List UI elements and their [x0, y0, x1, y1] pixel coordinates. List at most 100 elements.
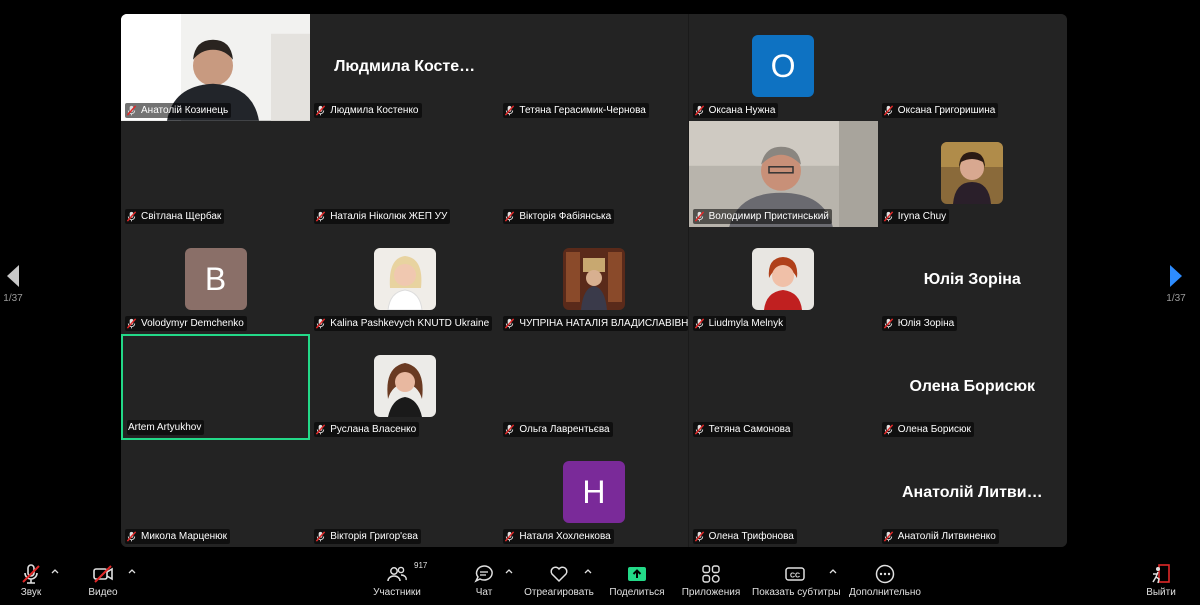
participant-name-label: Олена Борисюк — [881, 422, 974, 438]
audio-button[interactable]: Звук — [14, 563, 48, 598]
mic-muted-icon — [126, 105, 137, 116]
mic-muted-icon — [316, 531, 326, 542]
participant-tile[interactable]: Володимир Пристинський — [688, 120, 878, 228]
chat-options-caret-icon[interactable] — [504, 567, 514, 577]
participant-name: Ольга Лаврентьєва — [519, 424, 610, 436]
participant-tile[interactable]: Микола Марценюк — [121, 440, 310, 547]
participant-tile[interactable]: Оксана Григоришина — [877, 14, 1067, 121]
heart-icon — [550, 566, 568, 583]
mic-muted-icon — [505, 105, 515, 116]
mic-muted-icon — [883, 318, 893, 329]
participant-photo — [562, 248, 625, 311]
chevron-left-icon[interactable] — [7, 265, 19, 287]
next-page-nav[interactable]: 1/37 — [1155, 255, 1197, 304]
share-screen-button[interactable]: Поделиться — [609, 563, 665, 598]
share-label: Поделиться — [609, 587, 665, 598]
participant-name-label: Наталя Хохленкова — [503, 528, 614, 544]
participant-tile[interactable]: H Наталя Хохленкова — [499, 440, 689, 547]
participant-tile[interactable]: Вікторія Григор'єва — [310, 440, 500, 547]
participant-name-label: ЧУПРІНА НАТАЛІЯ ВЛАДИСЛАВІВНА — [503, 315, 689, 331]
video-label: Видео — [88, 587, 118, 598]
participant-name: Вікторія Григор'єва — [330, 530, 418, 542]
participants-count: 917 — [414, 561, 428, 570]
participant-avatar: H — [562, 461, 625, 524]
participant-tile[interactable]: Руслана Власенко — [310, 333, 500, 441]
chevron-right-icon[interactable] — [1170, 265, 1182, 287]
captions-button[interactable]: CC Показать субтитры — [752, 563, 841, 598]
react-options-caret-icon[interactable] — [583, 567, 593, 577]
video-button[interactable]: Видео — [86, 563, 120, 598]
participant-tile[interactable]: ЧУПРІНА НАТАЛІЯ ВЛАДИСЛАВІВНА — [499, 227, 689, 334]
participant-name-label: Вікторія Григор'єва — [314, 528, 421, 544]
participant-name-label: Олена Трифонова — [692, 528, 797, 544]
page-indicator-left: 1/37 — [3, 293, 23, 304]
participant-name-label: Тетяна Герасимик-Чернова — [503, 102, 649, 118]
participant-avatar: B — [184, 248, 247, 311]
participant-tile[interactable]: Тетяна Самонова — [688, 333, 878, 441]
mic-muted-icon — [883, 531, 893, 542]
participant-name: Юлія Зоріна — [897, 317, 955, 329]
participant-name: Людмила Костенко — [330, 104, 419, 116]
more-button[interactable]: Дополнительно — [849, 563, 921, 598]
participant-name-label: Юлія Зоріна — [881, 315, 958, 331]
closed-captions-icon: CC — [785, 567, 805, 581]
mic-muted-icon — [505, 424, 515, 435]
participant-name: Тетяна Герасимик-Чернова — [519, 104, 646, 116]
participant-tile[interactable]: Ольга Лаврентьєва — [499, 333, 689, 441]
participant-name-label: Людмила Костенко — [314, 102, 422, 118]
mic-muted-icon — [126, 531, 137, 542]
mic-muted-icon — [316, 318, 326, 329]
participant-tile[interactable]: Анатолій Литви… Анатолій Литвиненко — [877, 440, 1067, 547]
captions-options-caret-icon[interactable] — [828, 567, 838, 577]
participant-name-label: Volodymyr Demchenko — [125, 315, 247, 331]
participant-name: Микола Марценюк — [141, 530, 228, 542]
participant-name: Анатолій Козинець — [141, 104, 229, 116]
participant-tile[interactable]: Анатолій Козинець — [121, 14, 310, 121]
participant-name-label: Оксана Нужна — [692, 102, 779, 118]
participant-photo — [752, 248, 815, 311]
participants-button[interactable]: 917 Участники — [370, 561, 428, 598]
participant-tile[interactable]: B Volodymyr Demchenko — [121, 227, 310, 334]
participant-photo — [373, 248, 436, 311]
participant-name: ЧУПРІНА НАТАЛІЯ ВЛАДИСЛАВІВНА — [519, 317, 689, 329]
participant-tile[interactable]: Тетяна Герасимик-Чернова — [499, 14, 689, 121]
participant-tile[interactable]: Liudmyla Melnyk — [688, 227, 878, 334]
participant-tile[interactable]: Iryna Chuy — [877, 120, 1067, 228]
chat-button[interactable]: Чат — [470, 563, 498, 598]
video-options-caret-icon[interactable] — [127, 567, 137, 577]
participant-name: Олена Трифонова — [708, 530, 794, 542]
participant-tile[interactable]: Світлана Щербак — [121, 120, 310, 228]
participant-name: Iryna Chuy — [897, 211, 947, 223]
more-label: Дополнительно — [849, 587, 921, 598]
participant-tile[interactable]: Олена Борисюк Олена Борисюк — [877, 333, 1067, 441]
mic-muted-icon — [505, 318, 515, 329]
participant-tile[interactable]: Artem Artyukhov — [121, 333, 310, 441]
participant-tile[interactable]: O Оксана Нужна — [688, 14, 878, 121]
participant-display-name: Юлія Зоріна — [923, 271, 1021, 289]
participant-name: Анатолій Литвиненко — [897, 530, 996, 542]
mic-muted-icon — [505, 531, 515, 542]
participant-tile[interactable]: Людмила Косте… Людмила Костенко — [310, 14, 500, 121]
audio-options-caret-icon[interactable] — [50, 567, 60, 577]
mic-muted-icon — [22, 564, 40, 584]
participant-tile[interactable]: Наталія Ніколюк ЖЕП УУ — [310, 120, 500, 228]
participant-name-label: Artem Artyukhov — [127, 420, 205, 436]
participant-tile[interactable]: Вікторія Фабіянська — [499, 120, 689, 228]
participant-tile[interactable]: Олена Трифонова — [688, 440, 878, 547]
participants-label: Участники — [373, 587, 421, 598]
video-off-icon — [93, 565, 113, 583]
mic-muted-icon — [883, 211, 893, 222]
participant-tile[interactable]: Kalina Pashkevych KNUTD Ukraine — [310, 227, 500, 334]
mic-muted-icon — [694, 318, 704, 329]
participant-name-label: Володимир Пристинський — [692, 209, 832, 225]
participant-display-name: Олена Борисюк — [909, 377, 1036, 395]
leave-button[interactable]: Выйти — [1144, 563, 1178, 598]
mic-muted-icon — [883, 424, 893, 435]
participant-name-label: Анатолій Козинець — [125, 102, 232, 118]
apps-button[interactable]: Приложения — [681, 563, 741, 598]
participant-name-label: Тетяна Самонова — [692, 422, 794, 438]
prev-page-nav[interactable]: 1/37 — [0, 255, 34, 304]
participant-name-label: Kalina Pashkevych KNUTD Ukraine — [314, 315, 493, 331]
participant-tile[interactable]: Юлія Зоріна Юлія Зоріна — [877, 227, 1067, 334]
react-label: Отреагировать — [524, 587, 594, 598]
